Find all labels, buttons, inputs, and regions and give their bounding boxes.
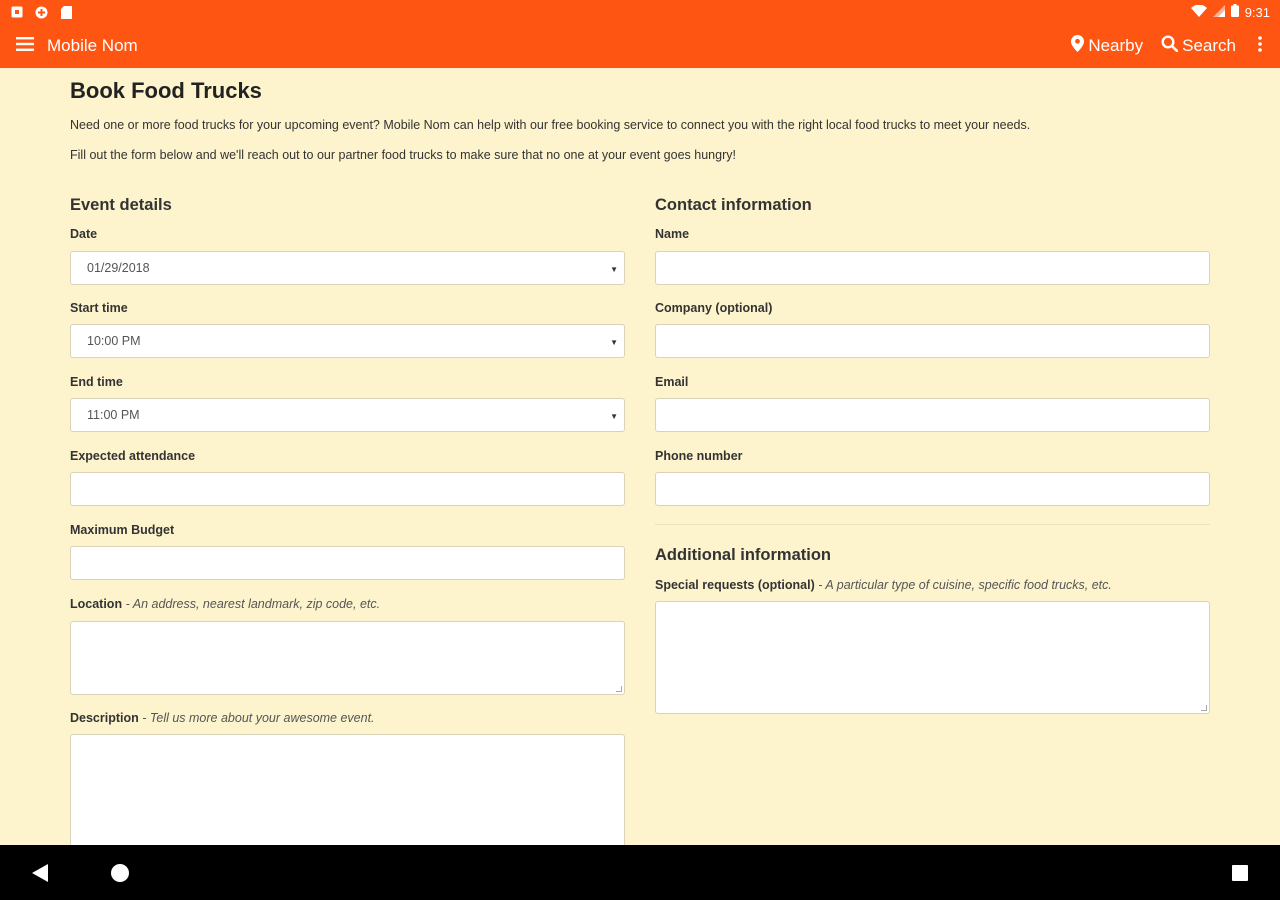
- special-requests-label-text: Special requests (optional): [655, 578, 815, 592]
- back-triangle-icon: [31, 864, 49, 887]
- app-bar: Mobile Nom Nearby Search: [0, 24, 1280, 68]
- dropdown-caret-icon: ▼: [610, 412, 618, 421]
- recents-square-icon: [1231, 865, 1249, 886]
- start-time-label: Start time: [70, 301, 128, 315]
- company-input[interactable]: [655, 324, 1210, 358]
- special-requests-textarea[interactable]: [655, 601, 1210, 714]
- signal-icon: [1212, 4, 1225, 20]
- resize-handle-icon[interactable]: [1201, 705, 1207, 711]
- status-bar: 9:31: [0, 0, 1280, 24]
- phone-input[interactable]: [655, 472, 1210, 506]
- date-label: Date: [70, 227, 98, 241]
- notification-circle-icon: [35, 6, 48, 19]
- system-navigation-bar: [0, 845, 1280, 900]
- start-time-value: 10:00 PM: [87, 334, 141, 348]
- overflow-menu-button[interactable]: [1254, 35, 1266, 57]
- app-title: Mobile Nom: [47, 36, 138, 55]
- name-label: Name: [655, 227, 690, 241]
- event-details-section: Event details Date 01/29/2018 ▼ Start ti…: [70, 196, 625, 845]
- menu-button[interactable]: [14, 35, 36, 57]
- description-label-text: Description: [70, 711, 139, 725]
- battery-icon: [1230, 4, 1239, 20]
- back-button[interactable]: [31, 863, 51, 883]
- contact-information-heading: Contact information: [655, 196, 812, 214]
- special-requests-label: Special requests (optional) - A particul…: [655, 578, 1112, 592]
- wifi-icon: [1190, 4, 1207, 20]
- menu-icon: [16, 36, 34, 56]
- nearby-button[interactable]: Nearby: [1071, 35, 1143, 57]
- attendance-input[interactable]: [70, 472, 625, 506]
- additional-information-heading: Additional information: [655, 546, 831, 564]
- description-label: Description - Tell us more about your aw…: [70, 711, 375, 725]
- sd-card-icon: [60, 5, 73, 19]
- end-time-value: 11:00 PM: [87, 408, 140, 422]
- search-label: Search: [1182, 36, 1236, 55]
- page-title: Book Food Trucks: [70, 78, 262, 103]
- date-select[interactable]: 01/29/2018 ▼: [70, 251, 625, 285]
- description-textarea[interactable]: [70, 734, 625, 845]
- location-label: Location - An address, nearest landmark,…: [70, 597, 380, 611]
- email-input[interactable]: [655, 398, 1210, 432]
- home-button[interactable]: [110, 863, 130, 883]
- email-label: Email: [655, 375, 689, 389]
- booking-page: Book Food Trucks Need one or more food t…: [70, 68, 1210, 845]
- search-button[interactable]: Search: [1161, 35, 1236, 57]
- resize-handle-icon[interactable]: [616, 686, 622, 692]
- more-vert-icon: [1258, 35, 1262, 57]
- company-label: Company (optional): [655, 301, 773, 315]
- notification-box-icon: [10, 6, 23, 19]
- search-icon: [1161, 35, 1179, 57]
- section-divider: [655, 524, 1210, 525]
- dropdown-caret-icon: ▼: [610, 265, 618, 274]
- contact-information-section: Contact information Name Company (option…: [655, 196, 1210, 714]
- name-input[interactable]: [655, 251, 1210, 285]
- budget-input[interactable]: [70, 546, 625, 580]
- location-textarea[interactable]: [70, 621, 625, 695]
- event-details-heading: Event details: [70, 196, 172, 214]
- home-circle-icon: [110, 864, 130, 887]
- recents-button[interactable]: [1231, 864, 1249, 882]
- date-value: 01/29/2018: [87, 261, 150, 275]
- intro-text-2: Fill out the form below and we'll reach …: [70, 148, 736, 162]
- start-time-select[interactable]: 10:00 PM ▼: [70, 324, 625, 358]
- location-hint: - An address, nearest landmark, zip code…: [122, 597, 381, 611]
- end-time-label: End time: [70, 375, 123, 389]
- phone-label: Phone number: [655, 449, 743, 463]
- nearby-label: Nearby: [1088, 36, 1144, 55]
- budget-label: Maximum Budget: [70, 523, 175, 537]
- location-pin-icon: [1071, 35, 1085, 57]
- location-label-text: Location: [70, 597, 123, 611]
- description-hint: - Tell us more about your awesome event.: [138, 711, 375, 725]
- special-requests-hint: - A particular type of cuisine, specific…: [814, 578, 1112, 592]
- dropdown-caret-icon: ▼: [610, 338, 618, 347]
- intro-text: Need one or more food trucks for your up…: [70, 118, 1031, 132]
- attendance-label: Expected attendance: [70, 449, 196, 463]
- status-time: 9:31: [1244, 4, 1270, 20]
- end-time-select[interactable]: 11:00 PM ▼: [70, 398, 625, 432]
